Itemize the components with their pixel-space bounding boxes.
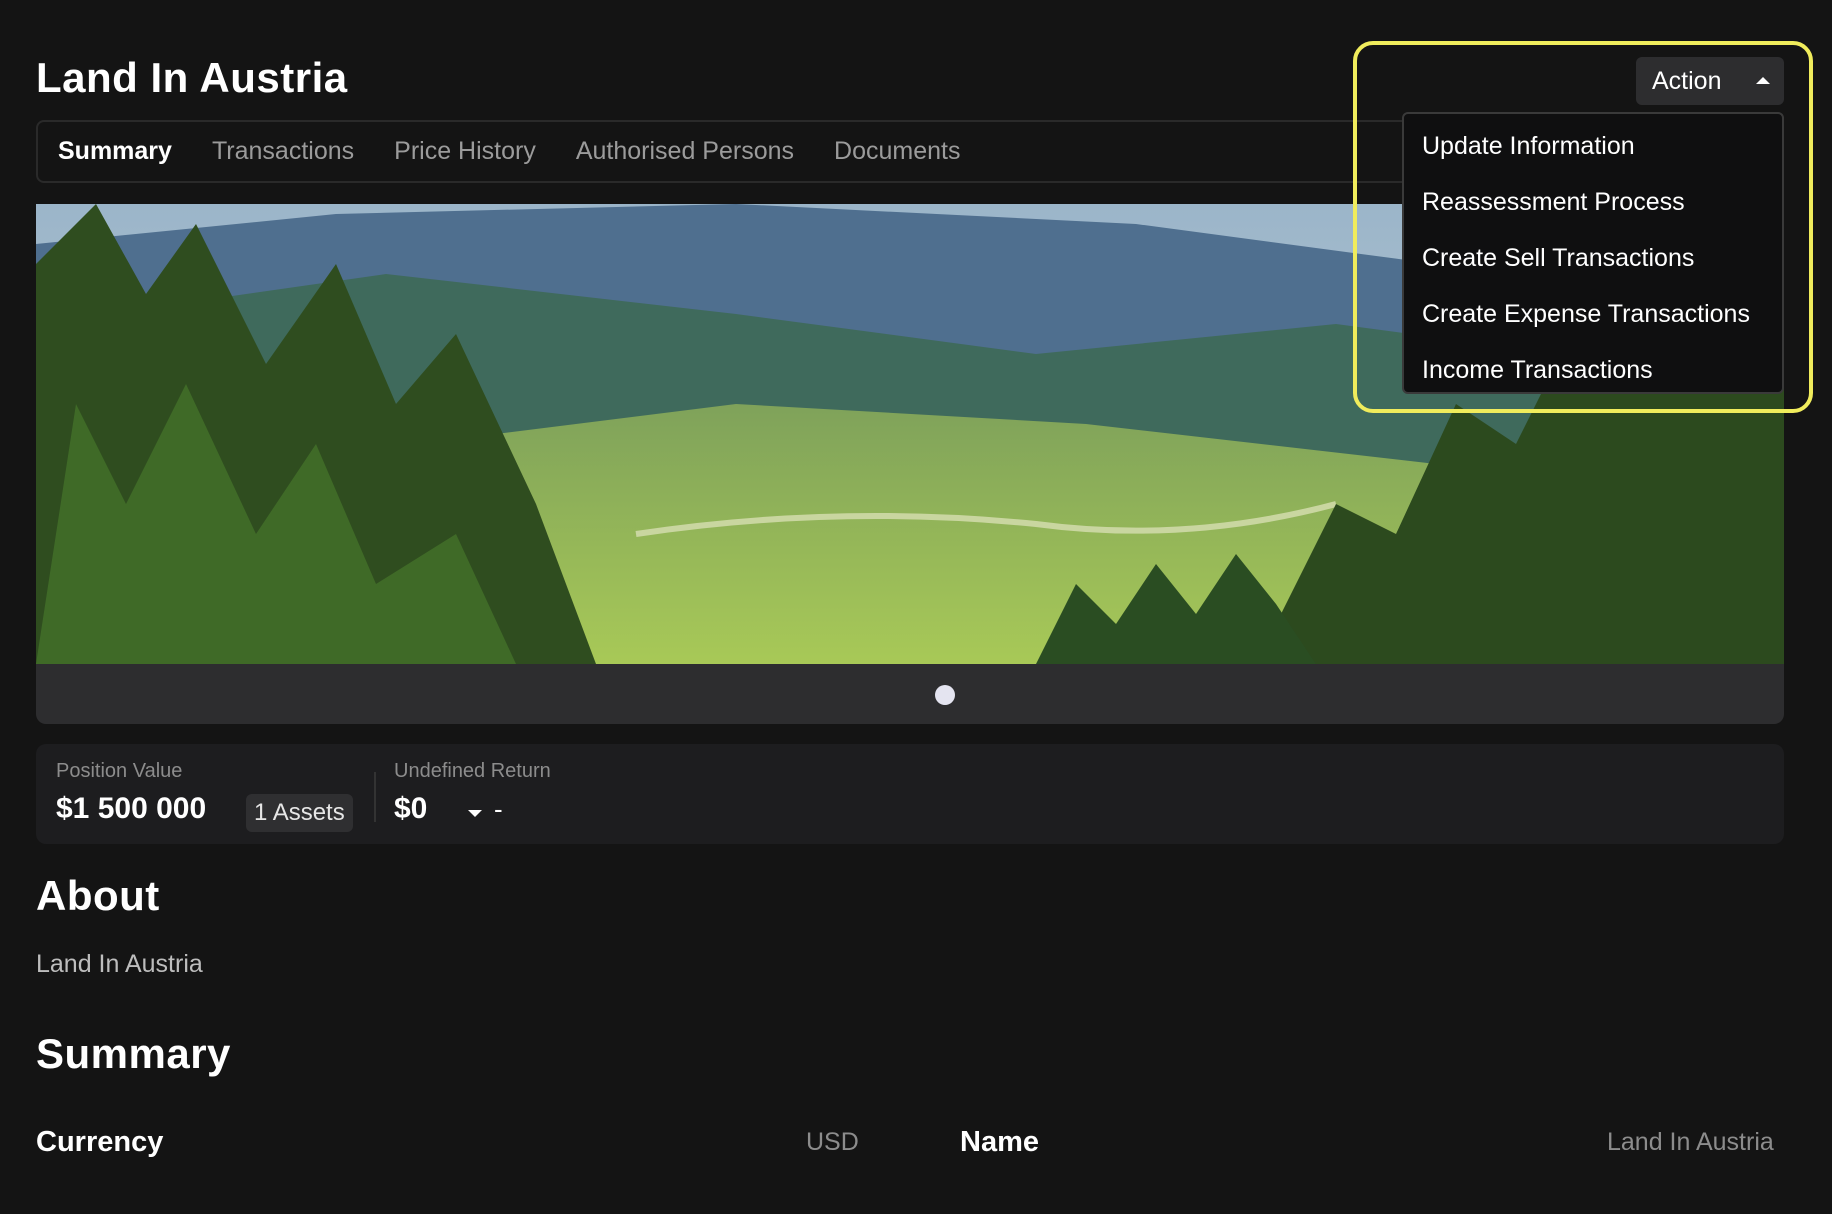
tab-summary[interactable]: Summary (58, 137, 172, 166)
position-value-label: Position Value (56, 760, 183, 782)
about-heading: About (36, 872, 160, 919)
stats-divider (374, 772, 376, 822)
return-value: $0 (394, 792, 428, 825)
tab-price-history[interactable]: Price History (394, 137, 536, 166)
tab-transactions[interactable]: Transactions (212, 137, 354, 166)
tab-authorised-persons[interactable]: Authorised Persons (576, 137, 794, 166)
caret-up-icon (1756, 77, 1770, 84)
action-button-label: Action (1652, 66, 1722, 95)
currency-label: Currency (36, 1126, 164, 1158)
menu-item-create-sell-transactions[interactable]: Create Sell Transactions (1404, 230, 1782, 286)
return-change: - (494, 794, 503, 824)
position-value: $1 500 000 (56, 792, 207, 825)
name-value: Land In Austria (1607, 1128, 1774, 1156)
name-label: Name (960, 1126, 1039, 1158)
tab-documents[interactable]: Documents (834, 137, 960, 166)
return-label: Undefined Return (394, 760, 551, 782)
menu-item-update-information[interactable]: Update Information (1404, 118, 1782, 174)
assets-badge: 1 Assets (246, 794, 353, 832)
action-button[interactable]: Action (1636, 57, 1784, 105)
page-title: Land In Austria (36, 54, 348, 101)
stats-panel: Position Value $1 500 000 1 Assets Undef… (36, 744, 1784, 844)
menu-item-create-expense-transactions[interactable]: Create Expense Transactions (1404, 286, 1782, 342)
menu-item-reassessment-process[interactable]: Reassessment Process (1404, 174, 1782, 230)
currency-value: USD (806, 1128, 859, 1156)
carousel-indicator-bar (36, 664, 1784, 724)
action-dropdown-menu: Update Information Reassessment Process … (1402, 112, 1784, 394)
summary-heading: Summary (36, 1030, 231, 1077)
carousel-dot[interactable] (935, 685, 955, 705)
caret-down-icon (468, 810, 482, 817)
menu-item-income-transactions[interactable]: Income Transactions (1404, 342, 1782, 398)
about-text: Land In Austria (36, 950, 203, 978)
